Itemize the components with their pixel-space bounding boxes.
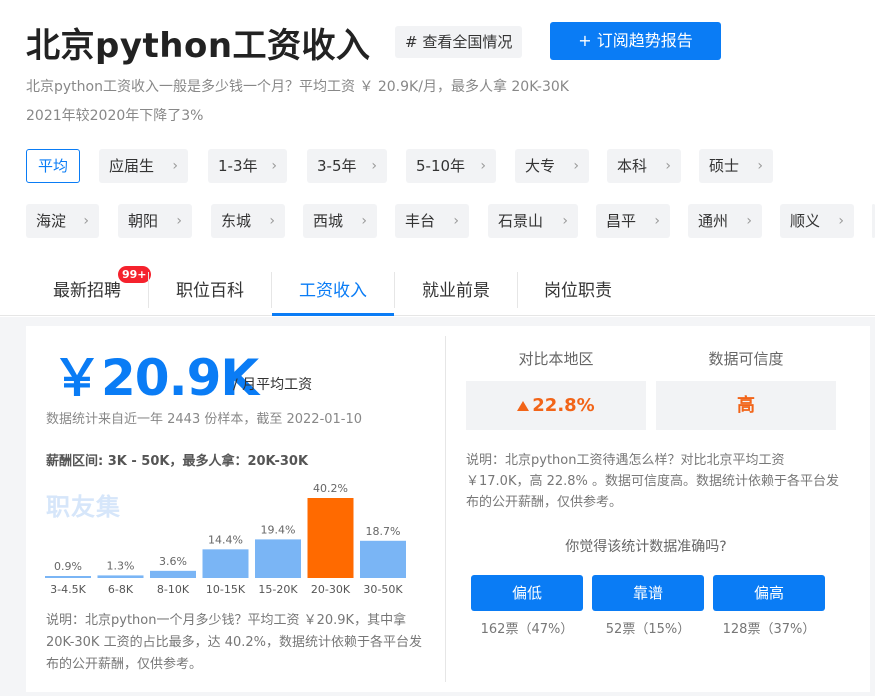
chevron-right-icon: ›: [746, 213, 752, 229]
bar-6-8K: [97, 575, 144, 578]
vote-low-button[interactable]: 偏低: [471, 575, 583, 611]
credibility-label: 数据可信度: [708, 350, 784, 368]
district-xicheng[interactable]: 西城 ›: [303, 204, 377, 238]
chevron-right-icon: ›: [480, 158, 486, 174]
bar-value-label: 0.9%: [54, 560, 82, 573]
vote-high-count: 128票（37%）: [722, 622, 816, 637]
bar-category-label: 30-50K: [363, 583, 403, 596]
filter-average[interactable]: 平均: [26, 149, 80, 183]
bar-value-label: 19.4%: [261, 523, 296, 536]
compare-explanation: 说明：北京python工资待遇怎么样？对比北京平均工资 ￥17.0K，高 22.…: [466, 453, 840, 510]
bar-category-label: 15-20K: [258, 583, 298, 596]
district-dongcheng[interactable]: 东城 ›: [211, 204, 285, 238]
bar-value-label: 40.2%: [313, 482, 348, 495]
bar-value-label: 14.4%: [208, 533, 243, 546]
chevron-right-icon: ›: [83, 213, 89, 229]
chevron-right-icon: ›: [562, 213, 568, 229]
district-changping[interactable]: 昌平 ›: [596, 204, 670, 238]
bar-8-10K: [150, 570, 196, 578]
accuracy-question: 你觉得该统计数据准确吗?: [565, 539, 727, 555]
tab-salary[interactable]: 工资收入: [272, 262, 394, 316]
page-header: 北京python工资收入: [26, 18, 371, 67]
salary-distribution-chart: 0.9% 3-4.5K 1.3% 6-8K 3.6% 8-10K 14.4% 10-15K 19…: [45, 482, 406, 596]
compare-region-label: 对比本地区: [518, 350, 594, 368]
vote-accurate-button[interactable]: 靠谱: [592, 575, 704, 611]
district-shunyi[interactable]: 顺义 ›: [780, 204, 854, 238]
chevron-right-icon: ›: [654, 213, 660, 229]
credibility-value: 高: [656, 381, 836, 430]
bar-15-20K: [255, 539, 301, 578]
district-haidian[interactable]: 海淀 ›: [26, 204, 99, 238]
tab-prospects[interactable]: 就业前景: [395, 262, 517, 316]
filter-1-3-years[interactable]: 1-3年 ›: [208, 149, 287, 183]
filter-master[interactable]: 硕士 ›: [699, 149, 773, 183]
tab-duties[interactable]: 岗位职责: [518, 262, 638, 316]
district-shijingshan[interactable]: 石景山 ›: [488, 204, 578, 238]
district-chaoyang[interactable]: 朝阳 ›: [118, 204, 192, 238]
filter-5-10-years[interactable]: 5-10年 ›: [406, 149, 496, 183]
vote-high-button[interactable]: 偏高: [713, 575, 825, 611]
average-salary: ￥20.9K: [52, 349, 259, 407]
tab-job-wiki[interactable]: 职位百科: [149, 262, 271, 316]
chevron-right-icon: ›: [371, 158, 377, 174]
chevron-right-icon: ›: [573, 158, 579, 174]
chevron-right-icon: ›: [271, 158, 277, 174]
bar-category-label: 3-4.5K: [50, 583, 86, 596]
chevron-right-icon: ›: [757, 158, 763, 174]
bar-category-label: 10-15K: [206, 583, 246, 596]
chevron-right-icon: ›: [172, 158, 178, 174]
chevron-right-icon: ›: [176, 213, 182, 229]
section-tabs: 最新招聘 99+ 职位百科 工资收入 就业前景 岗位职责: [0, 262, 875, 316]
filter-graduate[interactable]: 应届生 ›: [99, 149, 188, 183]
district-fengtai[interactable]: 丰台 ›: [395, 204, 469, 238]
view-national-button[interactable]: # 查看全国情况: [395, 26, 523, 58]
chevron-right-icon: ›: [838, 213, 844, 229]
panel-divider: [445, 336, 446, 682]
chevron-right-icon: ›: [269, 213, 275, 229]
bar-30-50K: [360, 540, 406, 578]
arrow-up-icon: [517, 401, 530, 411]
district-tongzhou[interactable]: 通州 ›: [688, 204, 762, 238]
vote-low-count: 162票（47%）: [480, 622, 574, 637]
page-title: 北京python工资收入: [26, 26, 371, 66]
vote-accurate-count: 52票（15%）: [605, 622, 691, 637]
bar-category-label: 6-8K: [108, 583, 134, 596]
salary-trend: 2021年较2020年下降了3%: [26, 108, 204, 124]
bar-value-label: 1.3%: [107, 559, 135, 572]
salary-summary: 北京python工资收入一般是多少钱一个月？平均工资 ￥ 20.9K/月，最多人…: [26, 79, 569, 95]
salary-unit-label: / 月平均工资: [233, 377, 313, 393]
bar-value-label: 18.7%: [366, 525, 401, 538]
salary-range: 薪酬区间: 3K - 50K，最多人拿：20K-30K: [46, 454, 309, 469]
new-jobs-badge: 99+: [118, 266, 151, 283]
filter-associate[interactable]: 大专 ›: [515, 149, 589, 183]
bar-10-15K: [202, 549, 249, 578]
bar-value-label: 3.6%: [159, 555, 187, 568]
bar-20-30K: [307, 498, 354, 578]
compare-region-value: 22.8%: [466, 381, 646, 430]
bar-3-4.5K: [45, 576, 91, 578]
filter-3-5-years[interactable]: 3-5年 ›: [307, 149, 387, 183]
filter-bachelor[interactable]: 本科 ›: [607, 149, 681, 183]
chevron-right-icon: ›: [665, 158, 671, 174]
chevron-right-icon: ›: [453, 213, 459, 229]
bar-category-label: 8-10K: [157, 583, 190, 596]
sample-note: 数据统计来自近一年 2443 份样本，截至 2022-01-10: [46, 412, 363, 427]
bar-category-label: 20-30K: [311, 583, 351, 596]
salary-explanation: 说明：北京python一个月多少钱？平均工资 ￥20.9K，其中拿20K-30K…: [46, 613, 423, 672]
chevron-right-icon: ›: [361, 213, 367, 229]
subscribe-report-button[interactable]: + 订阅趋势报告: [550, 22, 721, 60]
